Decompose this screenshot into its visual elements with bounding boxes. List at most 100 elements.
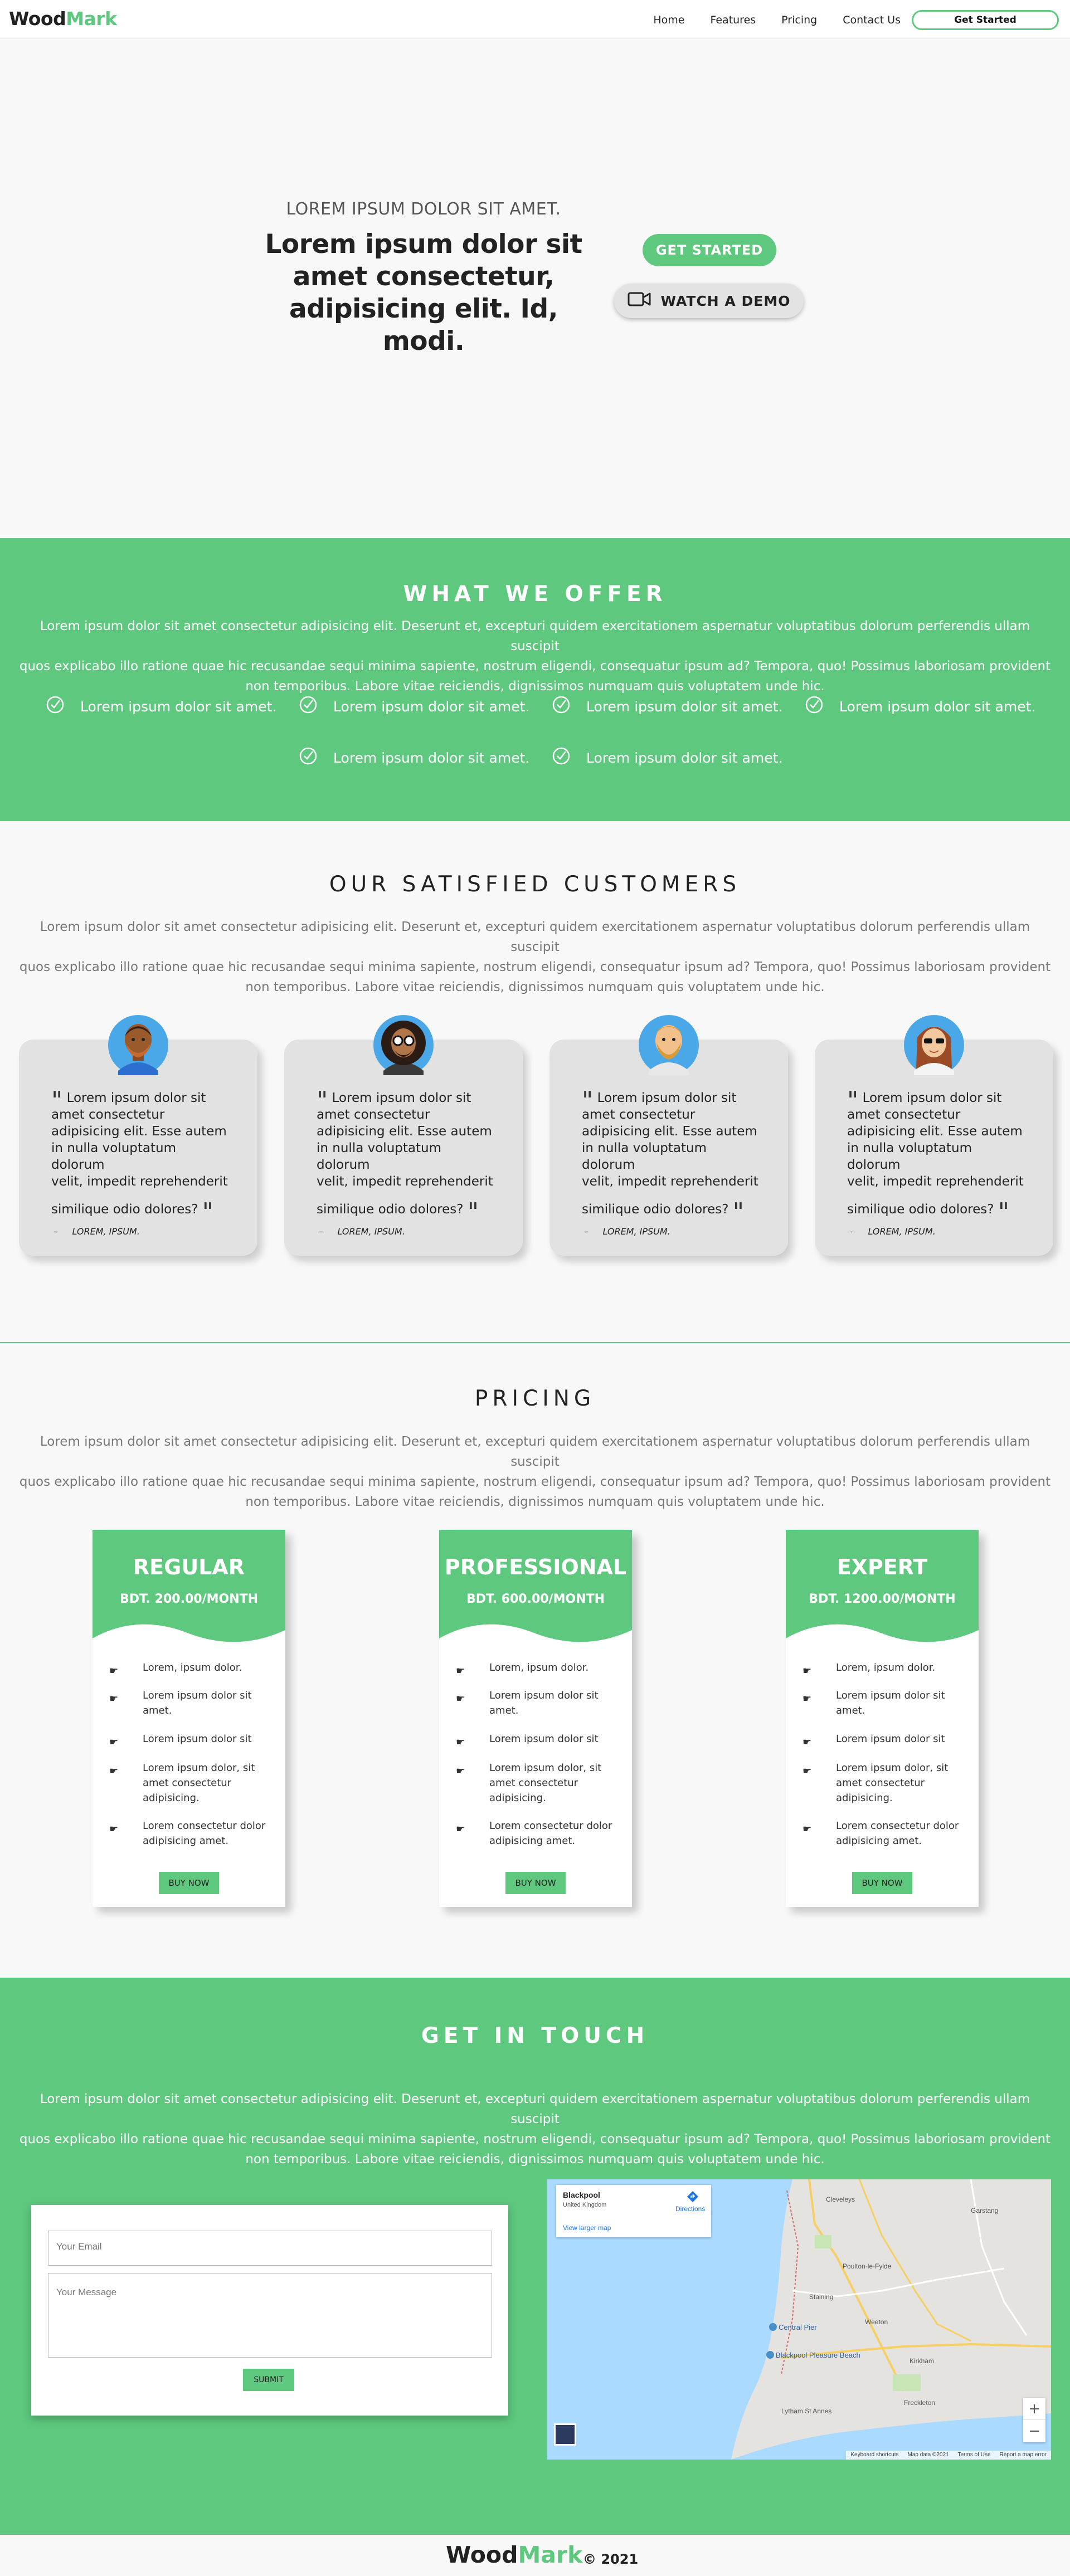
testimonial-author: – LOREM, IPSUM. — [584, 1226, 670, 1237]
plan-feature: ☛ Lorem consectetur dolor adipisicing amet… — [109, 1818, 265, 1848]
desc-line: Lorem ipsum dolor sit amet consectetur a… — [40, 920, 1030, 954]
get-started-nav-button[interactable]: Get Started — [912, 10, 1059, 30]
buy-now-button[interactable]: BUY NOW — [159, 1872, 219, 1894]
offer-feature-label: Lorem ipsum dolor sit amet. — [839, 698, 1036, 715]
zoom-in-button[interactable]: + — [1023, 2398, 1045, 2420]
offer-feature: Lorem ipsum dolor sit amet. — [299, 695, 529, 718]
offer-feature: Lorem ipsum dolor sit amet. — [552, 747, 782, 769]
nav-link-pricing[interactable]: Pricing — [781, 14, 817, 26]
check-circle-icon — [299, 695, 333, 718]
quote-line: " Lorem ipsum dolor sit — [317, 1086, 471, 1115]
offer-description: Lorem ipsum dolor sit amet consectetur a… — [17, 616, 1053, 696]
contact-form: Your Email Your Message SUBMIT — [31, 2205, 508, 2416]
email-field[interactable]: Your Email — [48, 2231, 492, 2266]
plan-name: REGULAR — [133, 1555, 245, 1579]
testimonial-quote: " Lorem ipsum dolor sit amet consectetur… — [51, 1089, 230, 1226]
map-place-country: United Kingdom — [563, 2202, 607, 2208]
get-started-button[interactable]: GET STARTED — [643, 234, 776, 266]
map-info-card: Blackpool United Kingdom View larger map… — [556, 2185, 711, 2237]
quote-line: adipisicing elit. Esse autem — [847, 1124, 1023, 1139]
hand-pointing-icon: ☛ — [802, 1693, 812, 1705]
pricing-description: Lorem ipsum dolor sit amet consectetur a… — [17, 1432, 1053, 1512]
desc-line: non temporibus. Labore vitae reiciendis,… — [245, 2152, 825, 2167]
plan-feature: ☛ Lorem, ipsum dolor. — [109, 1660, 242, 1679]
submit-button[interactable]: SUBMIT — [243, 2369, 294, 2391]
quote-line: in nulla voluptatum dolorum — [847, 1141, 972, 1172]
quote-line: velit, impedit reprehenderit — [582, 1174, 758, 1189]
plan-feature: ☛ Lorem, ipsum dolor. — [456, 1660, 588, 1679]
page-footer: WoodMark © 2021 — [0, 2535, 1070, 2576]
quote-text: similique odio dolores? — [847, 1202, 994, 1217]
pricing-title: PRICING — [474, 1386, 596, 1411]
quote-line: adipisicing elit. Esse autem — [51, 1124, 227, 1139]
quote-line: similique odio dolores? " — [51, 1198, 214, 1226]
report-error-link[interactable]: Report a map error — [995, 2451, 1051, 2460]
offer-feature-label: Lorem ipsum dolor sit amet. — [586, 749, 783, 766]
keyboard-shortcuts-link[interactable]: Keyboard shortcuts — [846, 2451, 903, 2460]
desc-line: non temporibus. Labore vitae reiciendis,… — [245, 679, 825, 694]
view-larger-map-link[interactable]: View larger map — [563, 2224, 611, 2232]
pricing-card: REGULAR BDT. 200.00/MONTH ☛ Lorem, ipsum … — [93, 1530, 285, 1907]
quote-line: adipisicing elit. Esse autem — [317, 1124, 492, 1139]
hero-title-line: amet consectetur, — [293, 261, 555, 292]
zoom-out-button[interactable]: − — [1023, 2420, 1045, 2442]
avatar — [639, 1015, 699, 1075]
map-label: Kirkham — [909, 2357, 934, 2365]
check-circle-icon — [299, 747, 333, 769]
nav-link-home[interactable]: Home — [653, 14, 684, 26]
hand-pointing-icon: ☛ — [456, 1765, 465, 1777]
offer-feature: Lorem ipsum dolor sit amet. — [805, 695, 1035, 718]
offer-feature-label: Lorem ipsum dolor sit amet. — [80, 698, 277, 715]
offer-title: WHAT WE OFFER — [403, 582, 667, 607]
terms-link[interactable]: Terms of Use — [954, 2451, 995, 2460]
buy-now-button[interactable]: BUY NOW — [852, 1872, 912, 1894]
brand-logo-part1: Wood — [446, 2541, 518, 2568]
plan-feature: ☛ Lorem consectetur dolor adipisicing amet… — [456, 1818, 612, 1848]
map-label: Poulton-le-Fylde — [843, 2262, 892, 2270]
plan-price: BDT. 1200.00/MONTH — [809, 1592, 956, 1606]
contact-title: GET IN TOUCH — [421, 2023, 649, 2048]
hand-pointing-icon: ☛ — [109, 1736, 119, 1748]
map-footer: Keyboard shortcuts Map data ©2021 Terms … — [846, 2451, 1051, 2460]
directions-icon[interactable] — [687, 2190, 699, 2206]
quote-line: " Lorem ipsum dolor sit — [582, 1086, 737, 1115]
map-label: Cleveleys — [826, 2196, 855, 2203]
offer-section: WHAT WE OFFER Lorem ipsum dolor sit amet… — [0, 538, 1070, 821]
plan-name: EXPERT — [836, 1555, 928, 1579]
pricing-card: PROFESSIONAL BDT. 600.00/MONTH ☛ Lorem, i… — [439, 1530, 632, 1907]
hand-pointing-icon: ☛ — [802, 1736, 812, 1748]
buy-now-button[interactable]: BUY NOW — [505, 1872, 566, 1894]
hand-pointing-icon: ☛ — [109, 1693, 119, 1705]
testimonial-quote: " Lorem ipsum dolor sit amet consectetur… — [582, 1086, 760, 1224]
brand-logo[interactable]: WoodMark — [9, 8, 117, 30]
watch-demo-label: WATCH A DEMO — [660, 292, 791, 309]
plan-price: BDT. 600.00/MONTH — [466, 1592, 605, 1606]
testimonial-card: " Lorem ipsum dolor sit amet consectetur… — [19, 1015, 257, 1256]
check-circle-icon — [552, 747, 586, 769]
offer-feature: Lorem ipsum dolor sit amet. — [552, 695, 782, 718]
desc-line: quos explicabo illo ratione quae hic rec… — [19, 2132, 1051, 2146]
nav-link-contact[interactable]: Contact Us — [843, 14, 901, 26]
desc-line: quos explicabo illo ratione quae hic rec… — [19, 1475, 1051, 1489]
offer-feature: Lorem ipsum dolor sit amet. — [46, 695, 276, 718]
plan-feature: ☛ Lorem ipsum dolor, sit amet consectetur a… — [109, 1760, 255, 1806]
plan-feature: ☛ Lorem ipsum dolor sit — [802, 1731, 945, 1750]
check-circle-icon — [805, 695, 839, 718]
testimonial-author: – LOREM, IPSUM. — [849, 1226, 936, 1237]
quote-line: velit, impedit reprehenderit — [51, 1174, 228, 1189]
brand-logo-part1: Wood — [9, 8, 66, 30]
contact-section: GET IN TOUCH Lorem ipsum dolor sit amet … — [0, 1978, 1070, 2576]
desc-line: quos explicabo illo ratione quae hic rec… — [19, 659, 1051, 674]
nav-link-features[interactable]: Features — [710, 14, 756, 26]
plan-feature: ☛ Lorem ipsum dolor sit — [109, 1731, 252, 1750]
quote-text: similique odio dolores? — [317, 1202, 464, 1217]
nav-links: Home Features Pricing Contact Us Get Sta… — [653, 10, 1059, 30]
directions-link[interactable]: Directions — [675, 2205, 705, 2213]
map-label: Garstang — [971, 2207, 998, 2214]
quote-line: " Lorem ipsum dolor sit — [847, 1086, 1002, 1115]
message-field[interactable]: Your Message — [48, 2273, 492, 2358]
map-satellite-toggle[interactable] — [554, 2423, 576, 2446]
desc-line: non temporibus. Labore vitae reiciendis,… — [245, 1495, 825, 1509]
embedded-map[interactable]: Central Pier Blackpool Pleasure Beach Po… — [547, 2179, 1051, 2460]
watch-demo-button[interactable]: WATCH A DEMO — [614, 284, 804, 318]
